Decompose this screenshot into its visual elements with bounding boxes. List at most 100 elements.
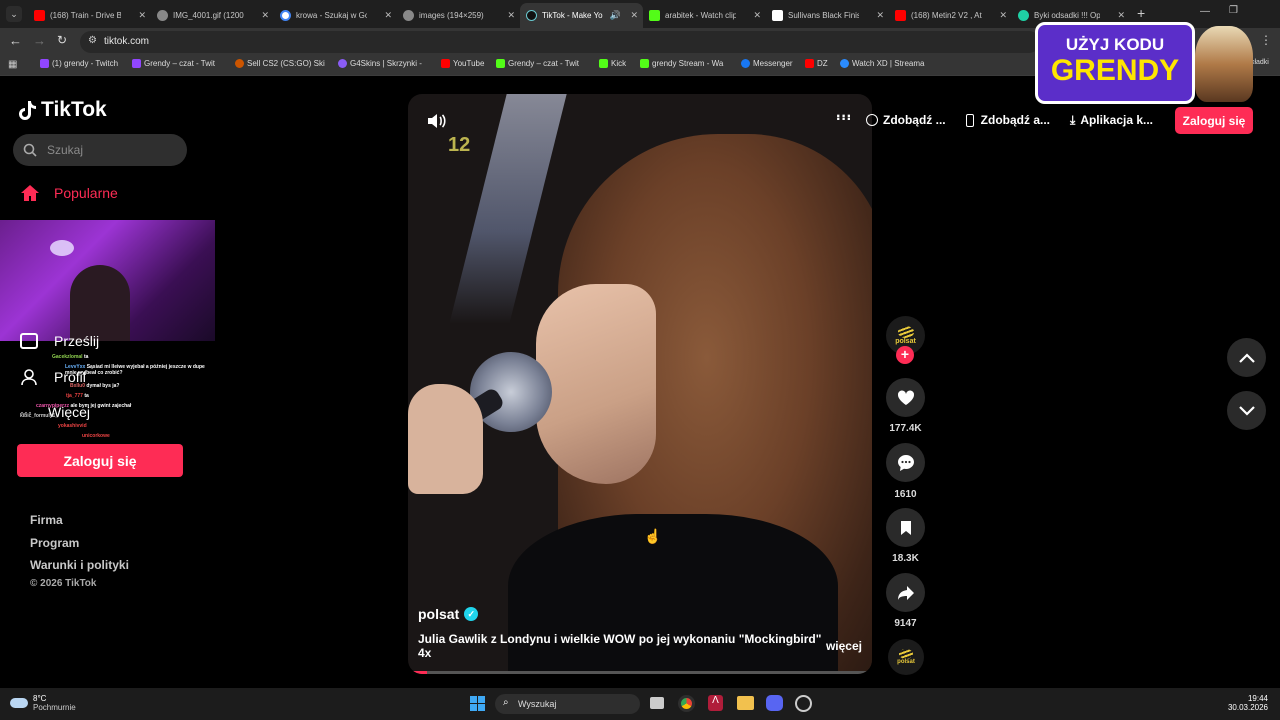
next-video-button[interactable] bbox=[1227, 391, 1266, 430]
get-coins-link[interactable]: Zdobądź ... bbox=[865, 113, 946, 127]
chat-message: czarnypiperzz ale bym jej gwint zajechał bbox=[36, 403, 132, 409]
facebook-icon bbox=[741, 59, 750, 68]
browser-tab[interactable]: krowa - Szukaj w Goo ✕ bbox=[274, 3, 397, 28]
bookmark[interactable]: Kick bbox=[599, 59, 626, 68]
window-minimize-icon[interactable]: — bbox=[1200, 6, 1210, 17]
globe-favicon bbox=[403, 10, 414, 21]
steam-taskbar-icon[interactable] bbox=[795, 695, 812, 712]
video-info: polsat ✓ Julia Gawlik z Londynu i wielki… bbox=[418, 606, 862, 660]
back-icon[interactable]: ← bbox=[9, 33, 22, 48]
top-actions: ··· Zdobądź ... Zdobądź a... ⤓ Aplikacja … bbox=[836, 106, 1153, 134]
close-tab-icon[interactable]: ✕ bbox=[138, 10, 146, 21]
tab-search-button[interactable]: ⌄ bbox=[6, 6, 22, 22]
tiktok-favicon bbox=[526, 10, 537, 21]
new-tab-button[interactable]: + bbox=[1137, 5, 1145, 21]
video-player[interactable]: 12 ··· polsat ✓ Julia Gawlik z Londynu i… bbox=[408, 94, 872, 674]
browser-tab[interactable]: (168) Train - Drive By ✕ bbox=[28, 3, 151, 28]
audio-playing-icon[interactable]: 🔊 bbox=[610, 10, 621, 21]
search-icon: ⌕ bbox=[503, 697, 509, 708]
bookmark[interactable]: Grendy – czat - Twit bbox=[496, 59, 579, 68]
reload-icon[interactable]: ↻ bbox=[57, 33, 67, 47]
taskbar-search[interactable]: ⌕ Wyszukaj bbox=[495, 694, 640, 714]
explorer-taskbar-icon[interactable] bbox=[737, 696, 754, 710]
forward-icon[interactable]: → bbox=[33, 33, 46, 48]
browser-tab[interactable]: arabitek - Watch clip ✕ bbox=[643, 3, 766, 28]
youtube-icon bbox=[805, 59, 814, 68]
save-button[interactable] bbox=[886, 508, 925, 547]
g4skins-icon bbox=[338, 59, 347, 68]
kick-icon bbox=[599, 59, 608, 68]
hand-cursor-icon: ☝ bbox=[644, 528, 662, 544]
download-icon: ⤓ bbox=[1070, 112, 1076, 127]
windows-taskbar: 8°C Pochmurnie ⌕ Wyszukaj Λ 19:44 30.03.… bbox=[0, 688, 1280, 720]
search-input[interactable]: Szukaj bbox=[13, 134, 187, 166]
sidebar-login-button[interactable]: Zaloguj się bbox=[17, 444, 183, 477]
apps-grid-icon[interactable]: ▦ bbox=[8, 59, 17, 70]
footer-company-link[interactable]: Firma bbox=[30, 513, 63, 527]
browser-tab[interactable]: Sullivans Black Finish ✕ bbox=[766, 3, 889, 28]
close-tab-icon[interactable]: ✕ bbox=[999, 10, 1007, 21]
browser-tab[interactable]: IMG_4001.gif (1200× ✕ bbox=[151, 3, 274, 28]
system-clock[interactable]: 19:44 30.03.2026 bbox=[1228, 694, 1268, 712]
footer-terms-link[interactable]: Warunki i polityki bbox=[30, 558, 129, 572]
omnibox[interactable]: ⚙ tiktok.com bbox=[80, 31, 1040, 53]
bookmark[interactable]: YouTube bbox=[441, 59, 484, 68]
share-button[interactable] bbox=[886, 573, 925, 612]
bookmark[interactable]: Grendy – czat - Twit bbox=[132, 59, 215, 68]
chrome-taskbar-icon[interactable] bbox=[678, 695, 695, 712]
browser-tab[interactable]: (168) Metin2 V2 , Att ✕ bbox=[889, 3, 1012, 28]
footer-copyright: © 2026 TikTok bbox=[30, 578, 97, 589]
bookmark[interactable]: DZ bbox=[805, 59, 828, 68]
browser-tab[interactable]: images (194×259) ✕ bbox=[397, 3, 520, 28]
close-tab-icon[interactable]: ✕ bbox=[1117, 10, 1125, 21]
bookmark[interactable]: Messenger bbox=[741, 59, 793, 68]
chat-message: Gacekzlomal ta bbox=[52, 354, 89, 360]
weather-widget[interactable]: 8°C Pochmurnie bbox=[10, 694, 76, 712]
comment-count: 1610 bbox=[894, 489, 917, 500]
previous-video-button[interactable] bbox=[1227, 338, 1266, 377]
like-button[interactable] bbox=[886, 378, 925, 417]
footer-program-link[interactable]: Program bbox=[30, 536, 79, 550]
app-taskbar-icon[interactable]: Λ bbox=[708, 695, 723, 711]
browser-menu-icon[interactable]: ⋮ bbox=[1260, 33, 1272, 47]
video-progress-track[interactable] bbox=[408, 671, 872, 674]
start-button[interactable] bbox=[470, 696, 485, 711]
close-tab-icon[interactable]: ✕ bbox=[753, 10, 761, 21]
bookmark[interactable]: Sell CS2 (CS:GO) Ski bbox=[235, 59, 325, 68]
close-tab-icon[interactable]: ✕ bbox=[261, 10, 269, 21]
close-tab-icon[interactable]: ✕ bbox=[384, 10, 392, 21]
mute-button[interactable] bbox=[426, 112, 446, 135]
promo-line2: GRENDY bbox=[1050, 54, 1180, 87]
music-disc[interactable]: polsat bbox=[888, 639, 924, 675]
home-icon bbox=[21, 185, 39, 201]
bookmark[interactable]: (1) grendy - Twitch bbox=[40, 59, 118, 68]
nav-popular[interactable]: Popularne bbox=[20, 184, 118, 202]
get-app-link[interactable]: Zdobądź a... bbox=[965, 113, 1050, 127]
discord-taskbar-icon[interactable] bbox=[766, 695, 783, 711]
bookmark[interactable]: G4Skins | Skrzynki - bbox=[338, 59, 422, 68]
desktop-app-link[interactable]: ⤓ Aplikacja k... bbox=[1070, 113, 1153, 128]
close-tab-icon[interactable]: ✕ bbox=[507, 10, 515, 21]
tiktok-logo[interactable]: TikTok bbox=[19, 98, 107, 122]
close-tab-icon[interactable]: ✕ bbox=[630, 10, 638, 21]
url-text[interactable]: tiktok.com bbox=[104, 36, 149, 47]
browser-tab-active[interactable]: TikTok - Make Yo 🔊 ✕ bbox=[520, 3, 643, 28]
cloud-icon bbox=[10, 698, 28, 708]
window-maximize-icon[interactable]: ❐ bbox=[1229, 5, 1238, 16]
bookmark[interactable]: Watch XD | Streama bbox=[840, 59, 924, 68]
video-author[interactable]: polsat ✓ bbox=[418, 606, 862, 622]
follow-button[interactable]: + bbox=[896, 346, 914, 364]
video-face bbox=[536, 284, 656, 484]
nav-upload[interactable]: Prześlij bbox=[20, 333, 99, 349]
close-tab-icon[interactable]: ✕ bbox=[876, 10, 884, 21]
top-login-button[interactable]: Zaloguj się bbox=[1175, 107, 1253, 134]
webcam-person bbox=[70, 265, 130, 341]
like-count: 177.4K bbox=[889, 423, 922, 434]
site-info-icon[interactable]: ⚙ bbox=[88, 35, 97, 46]
comment-button[interactable] bbox=[886, 443, 925, 482]
task-view-icon[interactable] bbox=[650, 697, 664, 709]
caption-more-link[interactable]: więcej bbox=[826, 639, 862, 653]
more-options-icon[interactable]: ··· bbox=[836, 111, 852, 129]
kick-favicon bbox=[649, 10, 660, 21]
bookmark[interactable]: grendy Stream - Wa bbox=[640, 59, 723, 68]
